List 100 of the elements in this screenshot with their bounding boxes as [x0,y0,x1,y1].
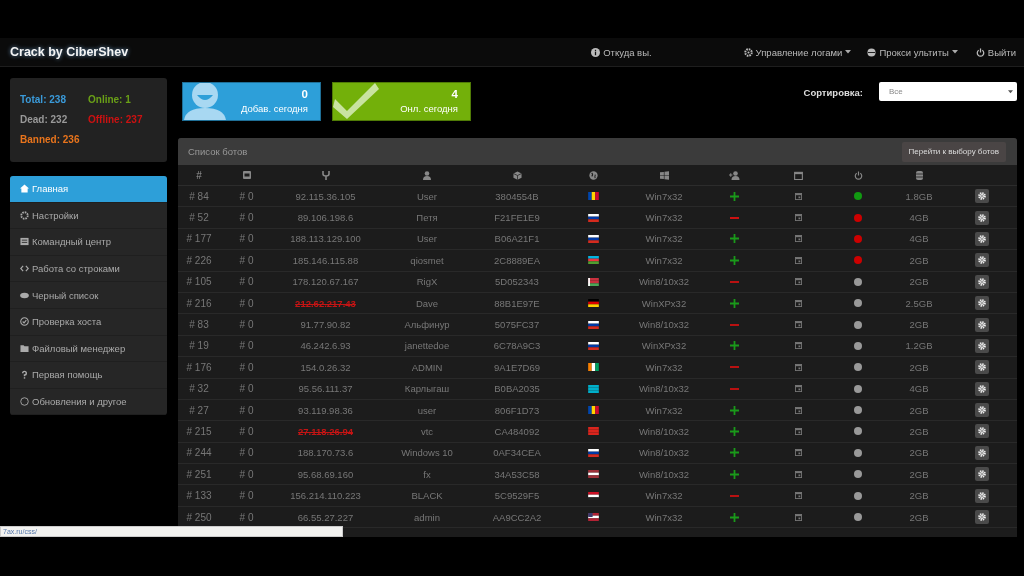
calendar-icon [795,256,802,264]
calendar-icon [795,492,802,500]
ip-address: 188.170.73.6 [297,447,354,459]
table-cell-text: Альфинур [403,318,451,333]
bot-id: # 52 [188,211,210,226]
caret-icon [951,50,958,54]
settings-button[interactable] [974,360,989,375]
settings-button[interactable] [974,317,989,332]
settings-button[interactable] [974,381,989,396]
sidebar-item[interactable]: Черный список [10,282,167,309]
add-user-icon [729,170,740,180]
stat-text: Dead: 232 [20,114,69,125]
table-cell-text: Win7x32 [644,211,684,226]
sidebar-item[interactable]: Проверка хоста [10,308,167,336]
settings-button[interactable] [974,403,989,418]
table-cell-text: Win8/10x32 [637,446,691,461]
sidebar-item[interactable]: Файловый менеджер [10,335,167,363]
user-icon [423,170,431,180]
windows-icon [659,170,669,180]
table-cell-text: Win7x32 [644,253,684,268]
settings-button[interactable] [974,510,989,525]
table-cell-text: 4GB [908,382,930,397]
bot-id: # 105 [185,275,213,290]
table-cell-text: Win7x32 [644,403,684,418]
sort-select[interactable]: Все [879,82,1017,101]
table-cell-text: 3804554B [494,189,540,204]
settings-button[interactable] [974,445,989,460]
table-cell-text: # 0 [238,403,255,418]
table-cell-text: 806F1D73 [493,403,541,418]
calendar-icon [795,214,802,222]
table-cell-text: # 0 [238,296,255,311]
ip-address: 154.0.26.32 [300,361,351,373]
table-cell-text: # 0 [238,467,255,482]
home-icon [20,184,29,194]
table-cell-text: Win8/10x32 [637,382,691,397]
calendar-icon [795,385,802,393]
sidebar-item[interactable]: Обновления и другое [10,388,167,416]
globe-icon [588,170,598,180]
table-cell-text: RigX [415,275,439,290]
settings-button[interactable] [974,274,989,289]
table-cell-text: qiosmet [409,253,445,268]
sidebar-item[interactable]: Командный центр [10,229,167,256]
table-cell-text: CA484092 [493,425,541,439]
table-cell-text: Dave [414,296,440,311]
sort-label: Сортировка: [803,87,863,98]
table-cell-text: 2GB [908,253,930,268]
card-value: 4 [451,88,458,100]
sidebar-item[interactable]: Первая помощь [10,362,167,389]
caret-icon [845,50,852,54]
bot-id: # 84 [188,189,210,204]
table-cell-text: 1.2GB [904,339,934,354]
choose-bots-button[interactable]: Перейти к выбору ботов [901,141,1006,162]
settings-button[interactable] [974,338,989,353]
table-cell-text: Win7x32 [644,489,684,504]
table-cell-text: 2GB [908,467,930,482]
table-cell-text: 2GB [908,510,930,525]
table-cell-text: # 0 [238,425,255,439]
table-cell-text: fx [422,467,432,482]
nav-link[interactable]: Прокси ультиты [867,46,958,58]
card-value: 0 [301,88,308,100]
bot-id: # 176 [185,360,213,375]
power-icon [853,170,863,180]
sidebar-item[interactable]: Работа со строками [10,255,167,283]
table-cell-text: AA9CC2A2 [491,510,543,525]
table-cell-text: # 0 [238,339,255,354]
table-cell-text: Win8/10x32 [637,467,691,482]
sidebar-item[interactable]: Настройки [10,202,167,230]
nav-link[interactable]: Выйти [975,46,1016,58]
settings-button[interactable] [974,253,989,268]
ip-address: 93.119.98.36 [298,404,353,416]
nav-link[interactable]: Откуда вы. [591,46,652,58]
table-cell-text: # 0 [238,318,255,333]
settings-button[interactable] [974,210,989,225]
calendar-icon [794,170,803,180]
calendar-icon [795,363,802,371]
bot-id: # 32 [188,382,210,397]
settings-button[interactable] [974,231,989,246]
table-cell-text: B06A21F1 [493,232,541,247]
table-cell-text: 2GB [908,318,930,333]
table-cell-text: Win7x32 [644,510,684,525]
ip-address: 66.55.27.227 [297,511,354,523]
settings-button[interactable] [974,467,989,482]
settings-button[interactable] [974,488,989,503]
ip-address: 92.115.36.105 [295,190,356,202]
settings-icon [743,47,753,57]
brand-title[interactable]: Crack by CiberShev [10,45,129,59]
table-cell-text: 0AF34CEA [492,446,542,461]
panel-title: Список ботов [188,146,248,157]
table-cell-text: 2C8889EA [493,253,541,268]
settings-button[interactable] [974,189,989,204]
calendar-icon [795,342,802,350]
calendar-icon [795,321,802,329]
table-cell-text: Windows 10 [400,446,454,461]
calendar-icon [795,192,802,200]
table-cell-text: 2GB [908,275,930,290]
nav-link[interactable]: Управление логами [743,46,852,58]
table-cell-text: Win8/10x32 [637,318,691,333]
settings-button[interactable] [974,424,989,439]
bot-id: # 19 [188,339,210,354]
settings-button[interactable] [974,296,989,311]
